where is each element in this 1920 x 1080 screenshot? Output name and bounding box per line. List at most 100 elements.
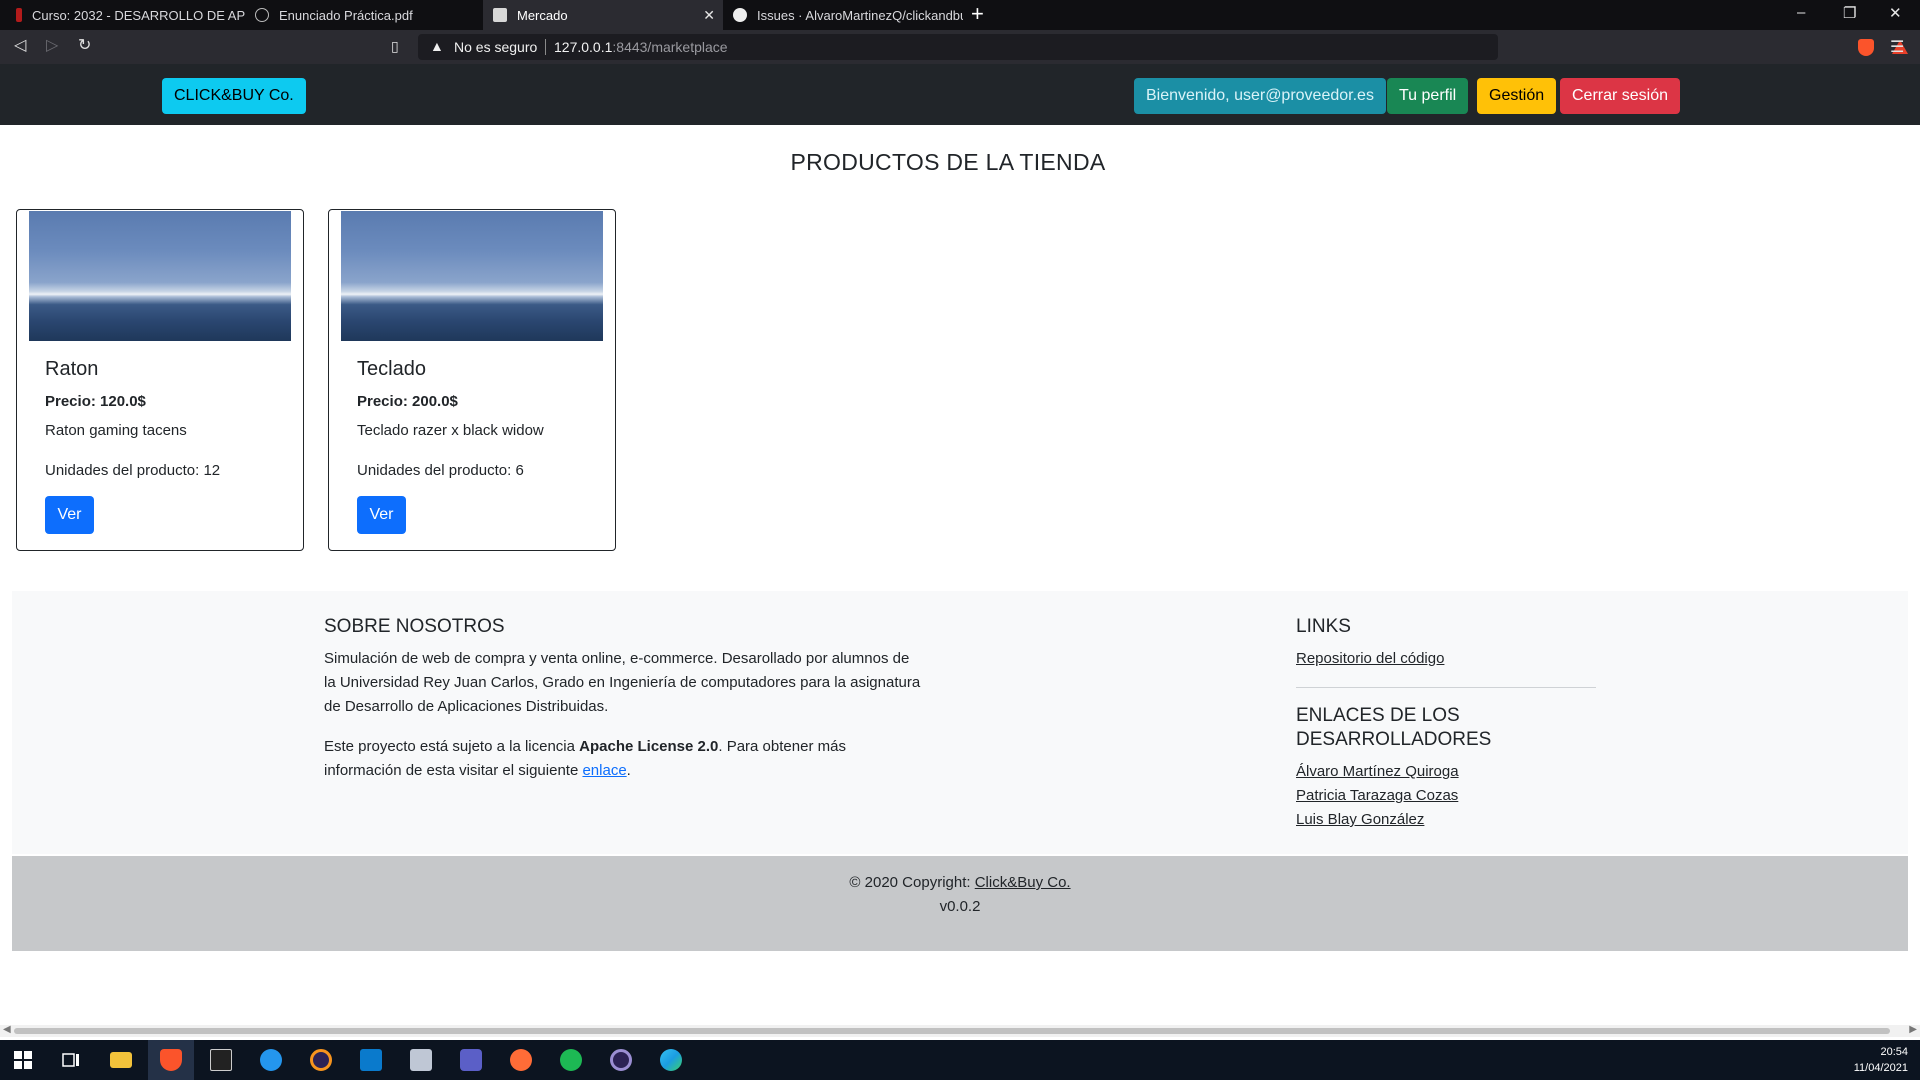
url-separator [545, 39, 546, 55]
license-line2-post: . [626, 762, 631, 779]
developers-heading-line1: ENLACES DE LOS [1296, 705, 1460, 726]
tab-label: Mercado [517, 7, 568, 23]
vscode-icon[interactable] [348, 1040, 394, 1080]
view-product-button[interactable]: Ver [357, 496, 406, 534]
product-units: Unidades del producto: 12 [45, 462, 221, 479]
windows-start-icon[interactable] [0, 1040, 46, 1080]
welcome-button[interactable]: Bienvenido, user@proveedor.es [1134, 78, 1386, 114]
view-product-button[interactable]: Ver [45, 496, 94, 534]
postman-icon[interactable] [498, 1040, 544, 1080]
profile-button[interactable]: Tu perfil [1387, 78, 1469, 114]
spotify-icon[interactable] [548, 1040, 594, 1080]
tab-curso[interactable]: Curso: 2032 - DESARROLLO DE APLICA [0, 0, 245, 30]
tab-mercado[interactable]: Mercado ✕ [483, 0, 723, 30]
terminal-icon[interactable] [198, 1040, 244, 1080]
tab-close-icon[interactable]: ✕ [703, 7, 715, 24]
version-text: v0.0.2 [939, 898, 981, 915]
about-text-line: Simulación de web de compra y venta onli… [324, 650, 910, 667]
eclipse-icon[interactable] [298, 1040, 344, 1080]
security-label[interactable]: No es seguro [454, 39, 537, 55]
product-image [29, 211, 291, 341]
product-description: Raton gaming tacens [45, 422, 187, 439]
reload-icon[interactable]: ↻ [78, 36, 91, 56]
tab-label: Curso: 2032 - DESARROLLO DE APLICA [32, 7, 245, 23]
copyright-link[interactable]: Click&Buy Co. [975, 874, 1071, 891]
minimize-icon[interactable]: – [1797, 4, 1805, 21]
developer-link[interactable]: Luis Blay González [1296, 811, 1424, 828]
github-icon [733, 8, 747, 22]
task-view-icon[interactable] [48, 1040, 94, 1080]
scroll-left-icon[interactable]: ◀ [3, 1024, 11, 1035]
clock-date: 11/04/2021 [1853, 1062, 1908, 1074]
tab-issues[interactable]: Issues · AlvaroMartinezQ/clickandbuy [723, 0, 963, 30]
brave-shields-icon[interactable] [1858, 39, 1874, 56]
product-price: Precio: 120.0$ [45, 393, 146, 410]
copyright-text: © 2020 Copyright: Click&Buy Co. [12, 874, 1908, 891]
copyright-bar: © 2020 Copyright: Click&Buy Co. v0.0.2 [12, 856, 1908, 951]
scrollbar-thumb[interactable] [14, 1028, 1890, 1034]
brave-browser-icon[interactable] [148, 1040, 194, 1080]
eclipse-ide-icon[interactable] [598, 1040, 644, 1080]
url-text[interactable]: 127.0.0.1:8443/marketplace [554, 39, 728, 55]
license-name: Apache License 2.0 [579, 738, 719, 755]
links-heading: LINKS [1296, 616, 1351, 637]
address-toolbar: ◁ ▷ ↻ ▯ ▲ No es seguro 127.0.0.1:8443/ma… [0, 30, 1920, 64]
horizontal-scrollbar[interactable]: ◀ ▶ [0, 1024, 1920, 1037]
tab-label: Issues · AlvaroMartinezQ/clickandbuy [757, 7, 963, 23]
about-text-line: la Universidad Rey Juan Carlos, Grado en… [324, 674, 921, 691]
about-heading: SOBRE NOSOTROS [324, 616, 505, 637]
back-icon[interactable]: ◁ [14, 36, 26, 56]
restore-icon[interactable]: ❐ [1843, 4, 1856, 22]
page-favicon-icon [493, 8, 507, 22]
bookmark-icon[interactable]: ▯ [391, 38, 399, 55]
developers-heading-line2: DESARROLLADORES [1296, 729, 1492, 750]
product-units: Unidades del producto: 6 [357, 462, 524, 479]
license-text: Este proyecto está sujeto a la licencia … [324, 735, 846, 759]
product-price: Precio: 200.0$ [357, 393, 458, 410]
virtualbox-icon[interactable] [398, 1040, 444, 1080]
site-navbar: CLICK&BUY Co. Bienvenido, user@proveedor… [0, 64, 1920, 125]
url-host: 127.0.0.1 [554, 39, 613, 55]
menu-icon[interactable]: ☰ [1890, 37, 1904, 57]
license-line2-pre: información de esta visitar el siguiente [324, 762, 583, 779]
product-card: Teclado Precio: 200.0$ Teclado razer x b… [328, 209, 616, 551]
site-footer [12, 591, 1908, 854]
clock-time: 20:54 [1880, 1046, 1908, 1058]
warning-icon[interactable]: ▲ [430, 38, 444, 54]
product-card: Raton Precio: 120.0$ Raton gaming tacens… [16, 209, 304, 551]
copyright-prefix: © 2020 Copyright: [849, 874, 975, 891]
windows-taskbar: 20:54 11/04/2021 [0, 1040, 1920, 1080]
web-page: CLICK&BUY Co. Bienvenido, user@proveedor… [0, 64, 1920, 1024]
taskbar-clock[interactable]: 20:54 11/04/2021 [1854, 1044, 1908, 1076]
license-text-post: . Para obtener más [718, 738, 846, 755]
window-close-icon[interactable]: ✕ [1889, 4, 1902, 22]
footer-divider [1296, 687, 1596, 688]
moodle-favicon-icon [16, 8, 22, 22]
repo-link[interactable]: Repositorio del código [1296, 650, 1444, 667]
manage-button[interactable]: Gestión [1477, 78, 1557, 114]
teams-icon[interactable] [448, 1040, 494, 1080]
url-bar[interactable]: ▲ No es seguro 127.0.0.1:8443/marketplac… [418, 34, 1908, 60]
docker-icon[interactable] [248, 1040, 294, 1080]
globe-icon [255, 8, 269, 22]
forward-icon[interactable]: ▷ [46, 36, 58, 56]
edge-icon[interactable] [648, 1040, 694, 1080]
page-title: PRODUCTOS DE LA TIENDA [790, 149, 1106, 175]
product-image [341, 211, 603, 341]
product-name: Teclado [357, 358, 426, 380]
developer-link[interactable]: Patricia Tarazaga Cozas [1296, 787, 1458, 804]
license-text-line2: información de esta visitar el siguiente… [324, 759, 631, 783]
scroll-right-icon[interactable]: ▶ [1909, 1024, 1917, 1035]
license-link[interactable]: enlace [582, 762, 626, 779]
logout-button[interactable]: Cerrar sesión [1560, 78, 1681, 114]
brand-button[interactable]: CLICK&BUY Co. [162, 78, 306, 114]
license-text-pre: Este proyecto está sujeto a la licencia [324, 738, 580, 755]
product-description: Teclado razer x black widow [357, 422, 544, 439]
developer-link[interactable]: Álvaro Martínez Quiroga [1296, 763, 1459, 780]
file-explorer-icon[interactable] [98, 1040, 144, 1080]
new-tab-icon[interactable]: + [971, 3, 984, 25]
about-text-line: de Desarrollo de Aplicaciones Distribuid… [324, 698, 609, 715]
browser-tab-bar: Curso: 2032 - DESARROLLO DE APLICA Enunc… [0, 0, 1920, 30]
url-path: :8443/marketplace [612, 39, 728, 55]
tab-enunciado[interactable]: Enunciado Práctica.pdf [245, 0, 483, 30]
